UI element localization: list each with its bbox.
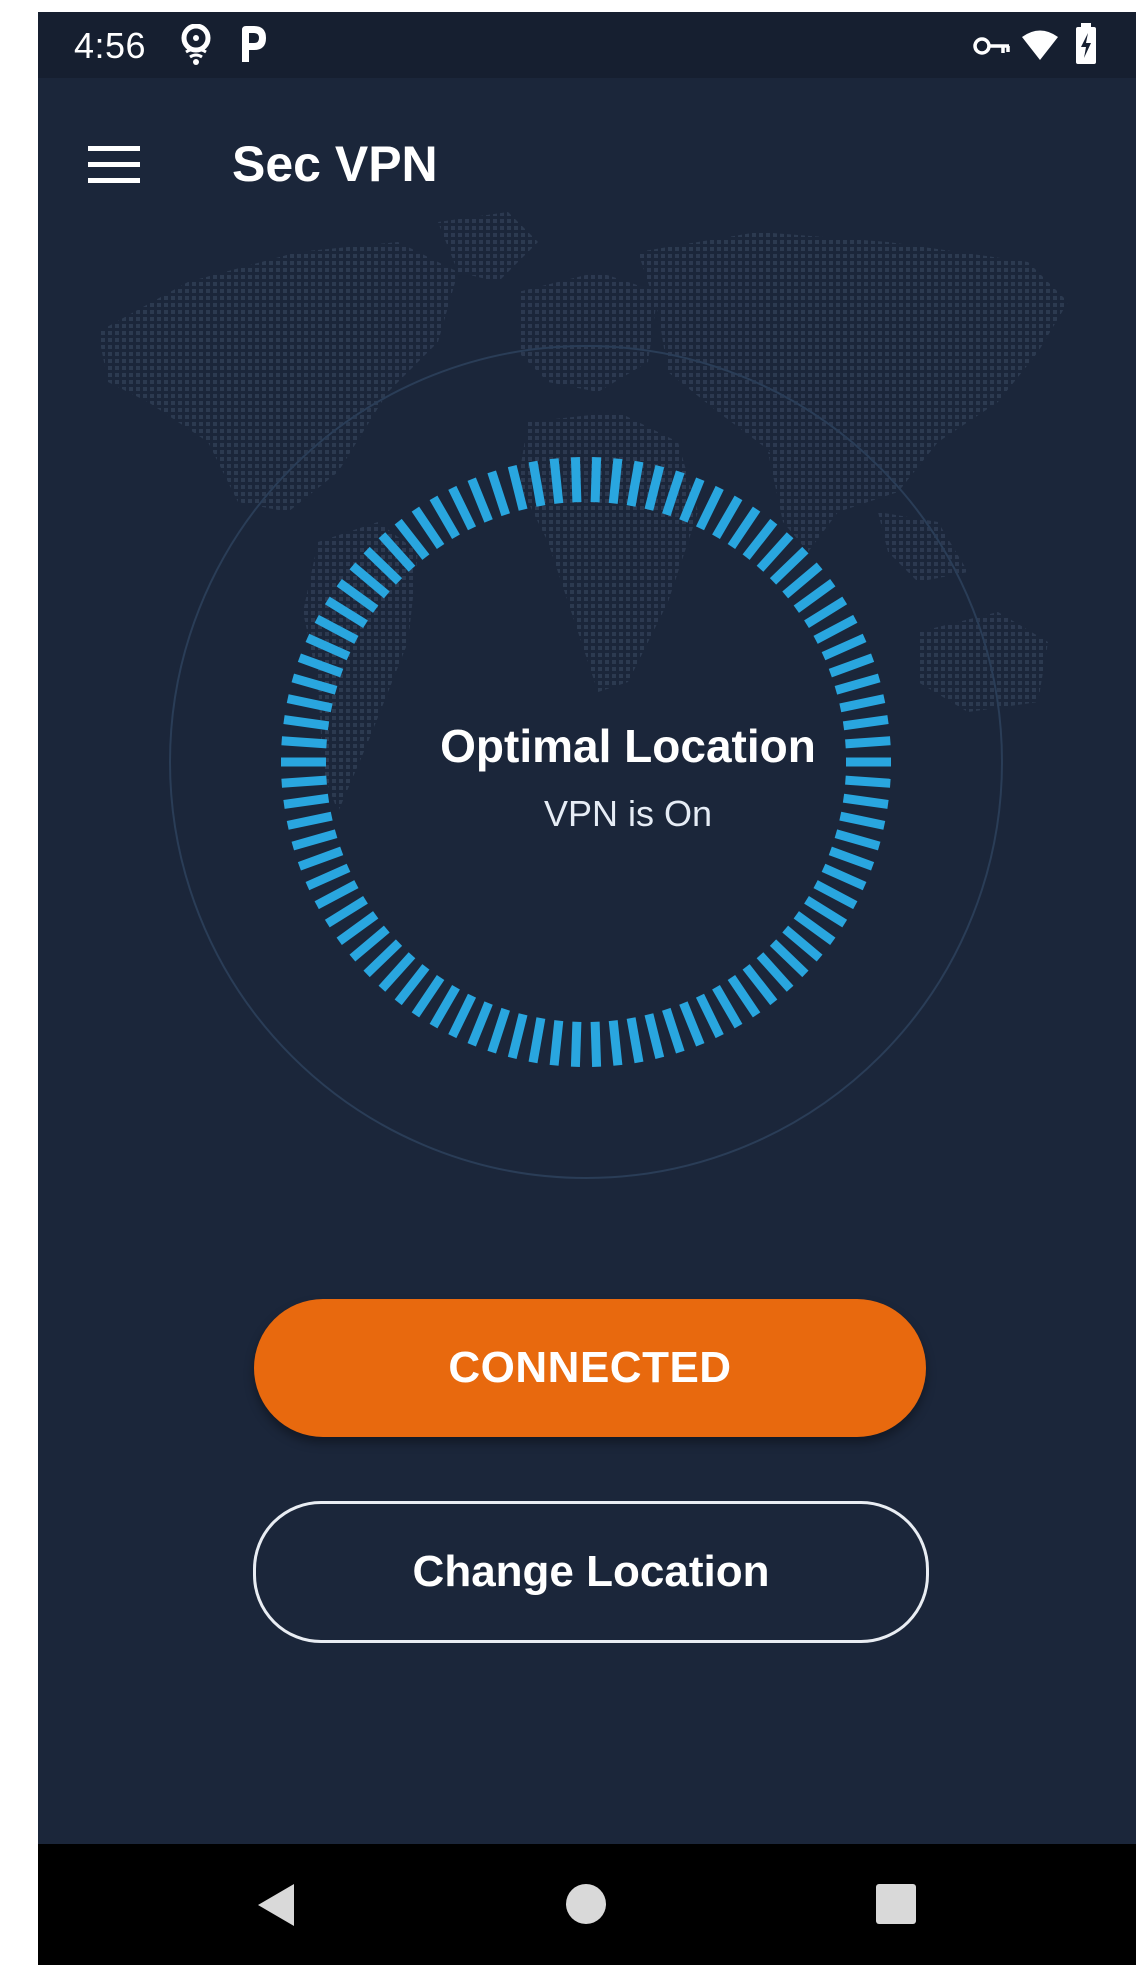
dial-tick bbox=[286, 694, 333, 713]
dial-tick bbox=[845, 775, 891, 788]
dial-tick bbox=[411, 974, 445, 1018]
dial-tick bbox=[679, 1001, 705, 1047]
dial-tick bbox=[626, 1017, 644, 1064]
dial-tick bbox=[712, 984, 743, 1029]
dial-tick bbox=[608, 458, 623, 504]
dial-tick bbox=[839, 694, 886, 713]
dial-tick bbox=[828, 653, 875, 678]
dial-tick bbox=[324, 895, 368, 928]
navigation-bar bbox=[38, 1844, 1136, 1965]
dial-tick bbox=[570, 457, 582, 503]
dial-tick bbox=[324, 596, 368, 629]
dial-tick bbox=[821, 633, 867, 661]
home-icon[interactable] bbox=[564, 1882, 608, 1926]
dial-tick bbox=[590, 457, 602, 503]
dial-tick bbox=[297, 846, 344, 871]
dial-tick bbox=[821, 863, 867, 891]
dial-tick bbox=[662, 1007, 685, 1054]
dial-subtitle: VPN is On bbox=[543, 793, 713, 834]
dial-tick bbox=[297, 653, 344, 678]
dial-tick bbox=[813, 880, 858, 910]
dial-tick bbox=[467, 1001, 493, 1047]
dial-title: Optimal Location bbox=[440, 720, 816, 772]
back-icon[interactable] bbox=[254, 1880, 298, 1930]
dial-tick bbox=[314, 880, 359, 910]
dial-tick bbox=[644, 1013, 665, 1059]
dial-tick bbox=[727, 974, 761, 1018]
dial-tick bbox=[549, 458, 564, 504]
dial-tick bbox=[679, 477, 705, 523]
connection-dial bbox=[169, 345, 1003, 1179]
dial-tick bbox=[608, 1020, 623, 1066]
dial-tick bbox=[644, 465, 665, 511]
connected-button-label: CONNECTED bbox=[448, 1343, 732, 1392]
recents-icon[interactable] bbox=[874, 1882, 918, 1926]
dial-tick bbox=[507, 1013, 528, 1059]
change-location-button-label: Change Location bbox=[412, 1547, 770, 1596]
connected-button[interactable]: CONNECTED bbox=[254, 1299, 926, 1437]
dial-tick bbox=[662, 470, 685, 517]
dial-tick bbox=[448, 485, 477, 531]
dial-tick bbox=[626, 460, 644, 507]
dial-tick bbox=[695, 993, 724, 1039]
dial-tick bbox=[549, 1020, 564, 1066]
phone-screen: 4:56 Sec VPN Optimal Location VPN is On … bbox=[38, 12, 1136, 1965]
dial-tick bbox=[487, 470, 510, 517]
dial-tick bbox=[804, 596, 848, 629]
dial-tick bbox=[570, 1021, 582, 1067]
change-location-button[interactable]: Change Location bbox=[253, 1501, 929, 1643]
dial-tick bbox=[291, 673, 338, 695]
dial-tick bbox=[429, 495, 460, 540]
dial-tick bbox=[813, 614, 858, 644]
dial-tick bbox=[828, 846, 875, 871]
dial-tick bbox=[528, 1017, 546, 1064]
dial-tick bbox=[281, 775, 327, 788]
dial-tick bbox=[712, 495, 743, 540]
dial-tick bbox=[487, 1007, 510, 1054]
dial-tick bbox=[467, 477, 493, 523]
dial-tick bbox=[429, 984, 460, 1029]
dial-tick bbox=[590, 1021, 602, 1067]
dial-tick bbox=[507, 465, 528, 511]
dial-tick bbox=[305, 633, 351, 661]
dial-tick bbox=[834, 673, 881, 695]
dial-tick bbox=[314, 614, 359, 644]
dial-tick bbox=[804, 895, 848, 928]
dial-tick bbox=[695, 485, 724, 531]
dial-tick bbox=[528, 460, 546, 507]
dial-tick bbox=[411, 506, 445, 550]
dial-tick bbox=[727, 506, 761, 550]
dial-tick bbox=[305, 863, 351, 891]
dial-tick bbox=[448, 993, 477, 1039]
